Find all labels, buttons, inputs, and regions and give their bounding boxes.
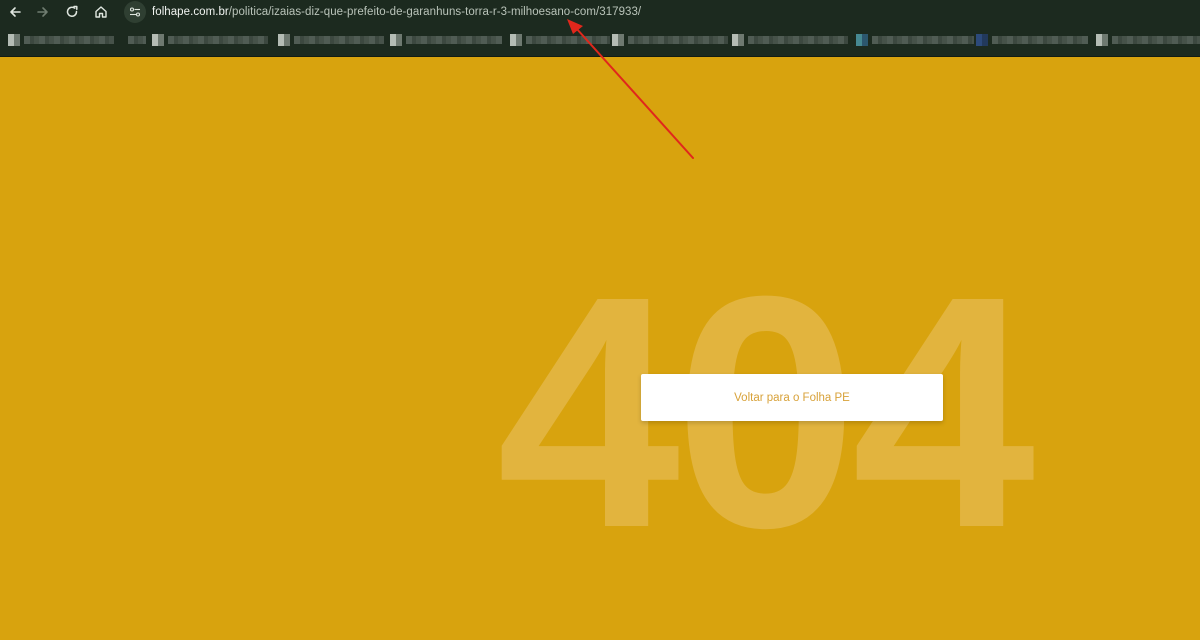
bookmark-favicon-icon — [390, 34, 402, 46]
site-settings-button[interactable] — [124, 1, 146, 23]
bookmark-favicon-icon — [1096, 34, 1108, 46]
bookmark-item[interactable] — [390, 33, 502, 47]
bookmark-label-redacted — [1112, 36, 1200, 44]
bookmark-label-redacted — [24, 36, 114, 44]
bookmark-label-redacted — [294, 36, 384, 44]
page-content: 404 Voltar para o Folha PE — [0, 57, 1200, 640]
bookmark-label-redacted — [992, 36, 1088, 44]
forward-arrow-icon — [37, 7, 48, 17]
bookmarks-bar — [0, 24, 1200, 57]
bookmark-label-redacted — [872, 36, 974, 44]
bookmark-label-redacted — [406, 36, 502, 44]
bookmark-label-redacted — [168, 36, 268, 44]
bookmark-item[interactable] — [152, 33, 268, 47]
bookmark-item[interactable] — [1096, 33, 1200, 47]
bookmark-item[interactable] — [8, 33, 114, 47]
bookmark-label-redacted — [628, 36, 728, 44]
bookmark-favicon-icon — [856, 34, 868, 46]
reload-icon — [66, 5, 78, 17]
bookmark-favicon-icon — [510, 34, 522, 46]
home-icon — [95, 6, 107, 18]
forward-button[interactable] — [33, 2, 53, 22]
bookmark-label-redacted — [526, 36, 610, 44]
bookmark-label-redacted — [128, 36, 146, 44]
url-host: folhape.com.br — [152, 6, 229, 18]
bookmark-favicon-icon — [612, 34, 624, 46]
bookmark-label-redacted — [748, 36, 848, 44]
bookmark-item[interactable] — [856, 33, 974, 47]
bookmark-item[interactable] — [976, 33, 1088, 47]
back-arrow-icon — [10, 7, 21, 17]
url-path: /politica/izaias-diz-que-prefeito-de-gar… — [228, 6, 642, 18]
address-bar[interactable]: folhape.com.br/politica/izaias-diz-que-p… — [120, 1, 1200, 23]
bookmark-favicon-icon — [278, 34, 290, 46]
home-button[interactable] — [91, 2, 111, 22]
bookmark-favicon-icon — [976, 34, 988, 46]
back-button[interactable] — [5, 2, 25, 22]
bookmark-item[interactable] — [612, 33, 728, 47]
bookmark-item[interactable] — [510, 33, 610, 47]
bookmark-favicon-icon — [732, 34, 744, 46]
bookmark-item[interactable] — [278, 33, 384, 47]
back-to-folha-pe-button[interactable]: Voltar para o Folha PE — [641, 374, 943, 421]
reload-button[interactable] — [62, 2, 82, 22]
bookmark-item[interactable] — [732, 33, 848, 47]
bookmark-favicon-icon — [8, 34, 20, 46]
bookmark-favicon-icon — [152, 34, 164, 46]
bookmark-item[interactable] — [128, 33, 146, 47]
site-settings-icon — [129, 7, 141, 17]
browser-toolbar: folhape.com.br/politica/izaias-diz-que-p… — [0, 0, 1200, 24]
address-bar-url[interactable]: folhape.com.br/politica/izaias-diz-que-p… — [152, 6, 641, 18]
